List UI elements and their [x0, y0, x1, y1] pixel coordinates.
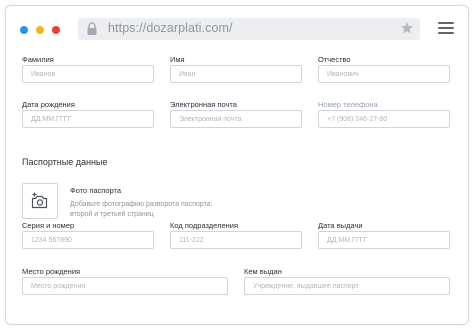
window-dot-blue[interactable]	[20, 26, 28, 34]
issue-date-label: Дата выдачи	[318, 221, 363, 230]
hamburger-menu-icon[interactable]	[438, 22, 454, 35]
issued-by-label: Кем выдан	[244, 267, 282, 276]
birth-date-input[interactable]	[22, 110, 154, 128]
division-code-label: Код подразделения	[170, 221, 239, 230]
birth-place-label: Место рождения	[22, 267, 81, 276]
phone-label: Номер телефона	[318, 100, 378, 109]
birth-date-label: Дата рождения	[22, 100, 75, 109]
division-code-input[interactable]	[170, 231, 302, 249]
patronymic-input[interactable]	[318, 65, 450, 83]
issue-date-input[interactable]	[318, 231, 450, 249]
series-number-label: Серия и номер	[22, 221, 75, 230]
passport-section-title: Паспортные данные	[22, 157, 108, 167]
address-bar[interactable]: https://dozarplati.com/	[78, 18, 420, 40]
url-text: https://dozarplati.com/	[108, 21, 233, 35]
first-name-label: Имя	[170, 55, 185, 64]
browser-toolbar: https://dozarplati.com/	[6, 6, 468, 44]
lock-icon	[87, 22, 97, 35]
passport-photo-label: Фото паспорта	[70, 186, 122, 195]
patronymic-label: Отчество	[318, 55, 351, 64]
window-dot-red[interactable]	[52, 26, 60, 34]
first-name-input[interactable]	[170, 65, 302, 83]
add-photo-camera-icon	[31, 192, 48, 209]
issued-by-input[interactable]	[244, 277, 450, 295]
last-name-input[interactable]	[22, 65, 154, 83]
add-passport-photo-button[interactable]	[22, 183, 58, 219]
last-name-label: Фамилия	[22, 55, 54, 64]
phone-input[interactable]	[318, 110, 450, 128]
birth-place-input[interactable]	[22, 277, 228, 295]
browser-window: https://dozarplati.com/ Фамилия Имя Отче…	[5, 5, 469, 325]
email-input[interactable]	[170, 110, 302, 128]
series-number-input[interactable]	[22, 231, 154, 249]
passport-photo-hint: Добавьте фотографию разворота паспорта: …	[70, 201, 213, 218]
email-label: Электронная почта	[170, 100, 237, 109]
star-icon[interactable]	[400, 21, 414, 35]
window-dot-yellow[interactable]	[36, 26, 44, 34]
